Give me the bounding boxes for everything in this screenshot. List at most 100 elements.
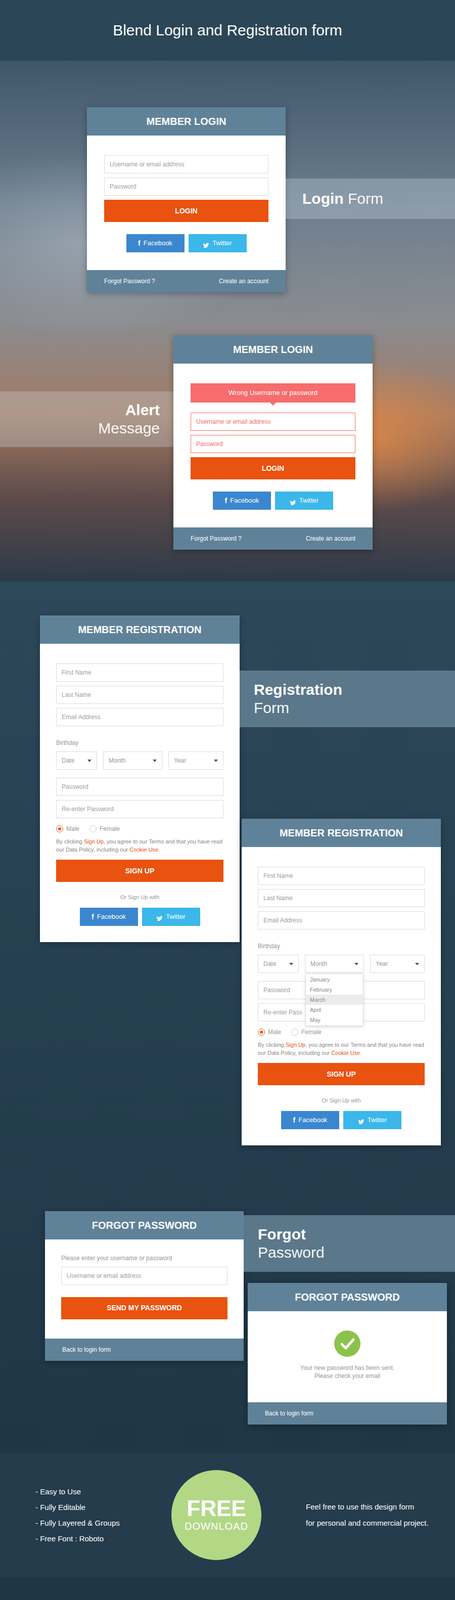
card-title: MEMBER LOGIN bbox=[173, 335, 373, 364]
birthday-label: Birthday bbox=[257, 941, 425, 951]
facebook-button[interactable]: fFacebook bbox=[79, 907, 139, 926]
twitter-button[interactable]: Twitter bbox=[275, 491, 334, 510]
button-label: Twitter bbox=[165, 911, 186, 922]
caret-icon bbox=[152, 759, 157, 762]
gender-radio[interactable]: Female bbox=[89, 824, 120, 834]
confirm-password-input[interactable] bbox=[56, 799, 224, 818]
feature-item: - Free Font : Roboto bbox=[35, 1530, 172, 1546]
name-fields bbox=[257, 866, 425, 930]
menu-option[interactable]: January bbox=[305, 974, 363, 985]
back-link[interactable]: Back to login form bbox=[62, 1344, 111, 1354]
first-name-input[interactable] bbox=[257, 866, 425, 885]
gender-options: Male Female bbox=[257, 1027, 425, 1037]
note-line: for personal and commercial project. bbox=[305, 1514, 429, 1531]
feature-item: - Fully Editable bbox=[35, 1498, 172, 1515]
caption-light: Form bbox=[253, 698, 441, 717]
gender-radio[interactable]: Male bbox=[56, 824, 80, 834]
first-name-input[interactable] bbox=[56, 663, 224, 682]
username-input[interactable] bbox=[190, 412, 356, 431]
card-body: Wrong Username or password LOGIN fFacebook… bbox=[173, 363, 373, 528]
password-input[interactable] bbox=[104, 177, 269, 196]
free-download-button[interactable]: FREEDOWNLOAD bbox=[171, 1469, 262, 1560]
caret-icon bbox=[213, 759, 218, 762]
gender-radio[interactable]: Male bbox=[257, 1027, 282, 1037]
alert-message: Wrong Username or password bbox=[190, 383, 356, 403]
registration-column: Registration FormMEMBER REGISTRATIONBirt… bbox=[239, 615, 455, 1146]
facebook-button[interactable]: fFacebook bbox=[281, 1110, 340, 1129]
select-label: Year bbox=[173, 755, 187, 765]
caption-strong: Forgot bbox=[257, 1224, 441, 1244]
button-label: Twitter bbox=[212, 238, 232, 249]
create-account-link[interactable]: Create an account bbox=[218, 276, 269, 286]
terms-link[interactable]: Sign Up bbox=[285, 1041, 306, 1048]
menu-option[interactable]: May bbox=[305, 1014, 363, 1025]
login-card: MEMBER LOGINLOGINfFacebookTwitterForgot … bbox=[86, 107, 286, 293]
sign-up-button[interactable]: SIGN UP bbox=[56, 859, 224, 882]
birthday-selects: Date MonthJanuaryFebruaryMarchAprilMay Yea… bbox=[257, 954, 425, 973]
last-name-input[interactable] bbox=[257, 888, 425, 907]
terms-part: . bbox=[158, 846, 160, 853]
terms-link[interactable]: Cookie Use bbox=[129, 846, 159, 853]
forgot-card: FORGOT PASSWORDPlease enter your usernam… bbox=[44, 1210, 244, 1361]
password-input[interactable] bbox=[56, 777, 224, 796]
create-account-link[interactable]: Create an account bbox=[305, 533, 356, 543]
back-link[interactable]: Back to login form bbox=[264, 1408, 314, 1418]
alt-signup-label: Or Sign Up with bbox=[257, 1096, 425, 1105]
select-label: Date bbox=[61, 755, 75, 765]
gender-radio[interactable]: Female bbox=[291, 1027, 322, 1037]
month-select[interactable]: MonthJanuaryFebruaryMarchAprilMay bbox=[304, 954, 364, 973]
date-select[interactable]: Date bbox=[257, 954, 299, 973]
terms-part: By clicking bbox=[56, 838, 84, 845]
terms-link[interactable]: Cookie Use bbox=[331, 1049, 360, 1056]
month-select[interactable]: Month bbox=[103, 751, 163, 770]
check-icon bbox=[334, 1330, 361, 1357]
password-sent-card: FORGOT PASSWORDYour new password has bee… bbox=[247, 1282, 447, 1425]
year-select[interactable]: Year bbox=[168, 751, 224, 770]
login-button[interactable]: LOGIN bbox=[104, 199, 269, 222]
registration-card: MEMBER REGISTRATIONBirthdayDateMonthJanu… bbox=[241, 818, 441, 1146]
menu-option[interactable]: March bbox=[305, 994, 363, 1005]
button-label: Facebook bbox=[97, 911, 126, 922]
username-input[interactable] bbox=[61, 1266, 228, 1285]
password-fields bbox=[56, 777, 224, 818]
login-fields bbox=[104, 155, 269, 196]
username-input[interactable] bbox=[104, 155, 269, 174]
password-input[interactable] bbox=[190, 434, 356, 453]
menu-option[interactable]: February bbox=[305, 984, 363, 995]
feature-item: - Easy to Use bbox=[35, 1483, 172, 1499]
caption-strong: Login bbox=[302, 190, 344, 207]
forgot-link[interactable]: Forgot Password ? bbox=[190, 533, 242, 543]
twitter-button[interactable]: Twitter bbox=[343, 1110, 402, 1129]
sign-up-button[interactable]: SIGN UP bbox=[257, 1062, 425, 1085]
terms-text: By clicking Sign Up, you agree to our Te… bbox=[56, 837, 224, 854]
twitter-button[interactable]: Twitter bbox=[188, 234, 247, 253]
select-label: Date bbox=[263, 959, 277, 969]
facebook-button[interactable]: fFacebook bbox=[212, 491, 271, 510]
section-caption: Alert Message bbox=[0, 391, 174, 447]
facebook-icon: f bbox=[224, 496, 228, 505]
card-footer: Back to login form bbox=[247, 1401, 447, 1425]
send-password-button[interactable]: SEND MY PASSWORD bbox=[61, 1296, 228, 1319]
facebook-button[interactable]: fFacebook bbox=[126, 234, 185, 253]
email-input[interactable] bbox=[56, 707, 224, 726]
month-menu: JanuaryFebruaryMarchAprilMay bbox=[305, 973, 364, 1026]
email-input[interactable] bbox=[257, 911, 425, 930]
caret-icon bbox=[289, 962, 294, 966]
card-footer: Forgot Password ? Create an account bbox=[173, 527, 373, 550]
last-name-input[interactable] bbox=[56, 685, 224, 704]
forgot-link[interactable]: Forgot Password ? bbox=[104, 276, 156, 286]
date-select[interactable]: Date bbox=[56, 751, 98, 770]
note-line: Feel free to use this design form bbox=[305, 1498, 429, 1515]
caption-light: Password bbox=[257, 1243, 441, 1262]
menu-option[interactable]: April bbox=[305, 1004, 363, 1015]
twitter-button[interactable]: Twitter bbox=[142, 907, 201, 926]
page-title: Blend Login and Registration form bbox=[112, 21, 343, 40]
license-note: Feel free to use this design formfor per… bbox=[305, 1498, 429, 1531]
login-row: MEMBER LOGINLOGINfFacebookTwitterForgot … bbox=[0, 107, 455, 293]
terms-link[interactable]: Sign Up bbox=[83, 838, 104, 845]
year-select[interactable]: Year bbox=[370, 954, 425, 973]
select-label: Month bbox=[108, 755, 126, 765]
social-buttons: fFacebookTwitter bbox=[257, 1110, 425, 1129]
button-label: Facebook bbox=[298, 1114, 328, 1125]
login-button[interactable]: LOGIN bbox=[190, 457, 356, 480]
